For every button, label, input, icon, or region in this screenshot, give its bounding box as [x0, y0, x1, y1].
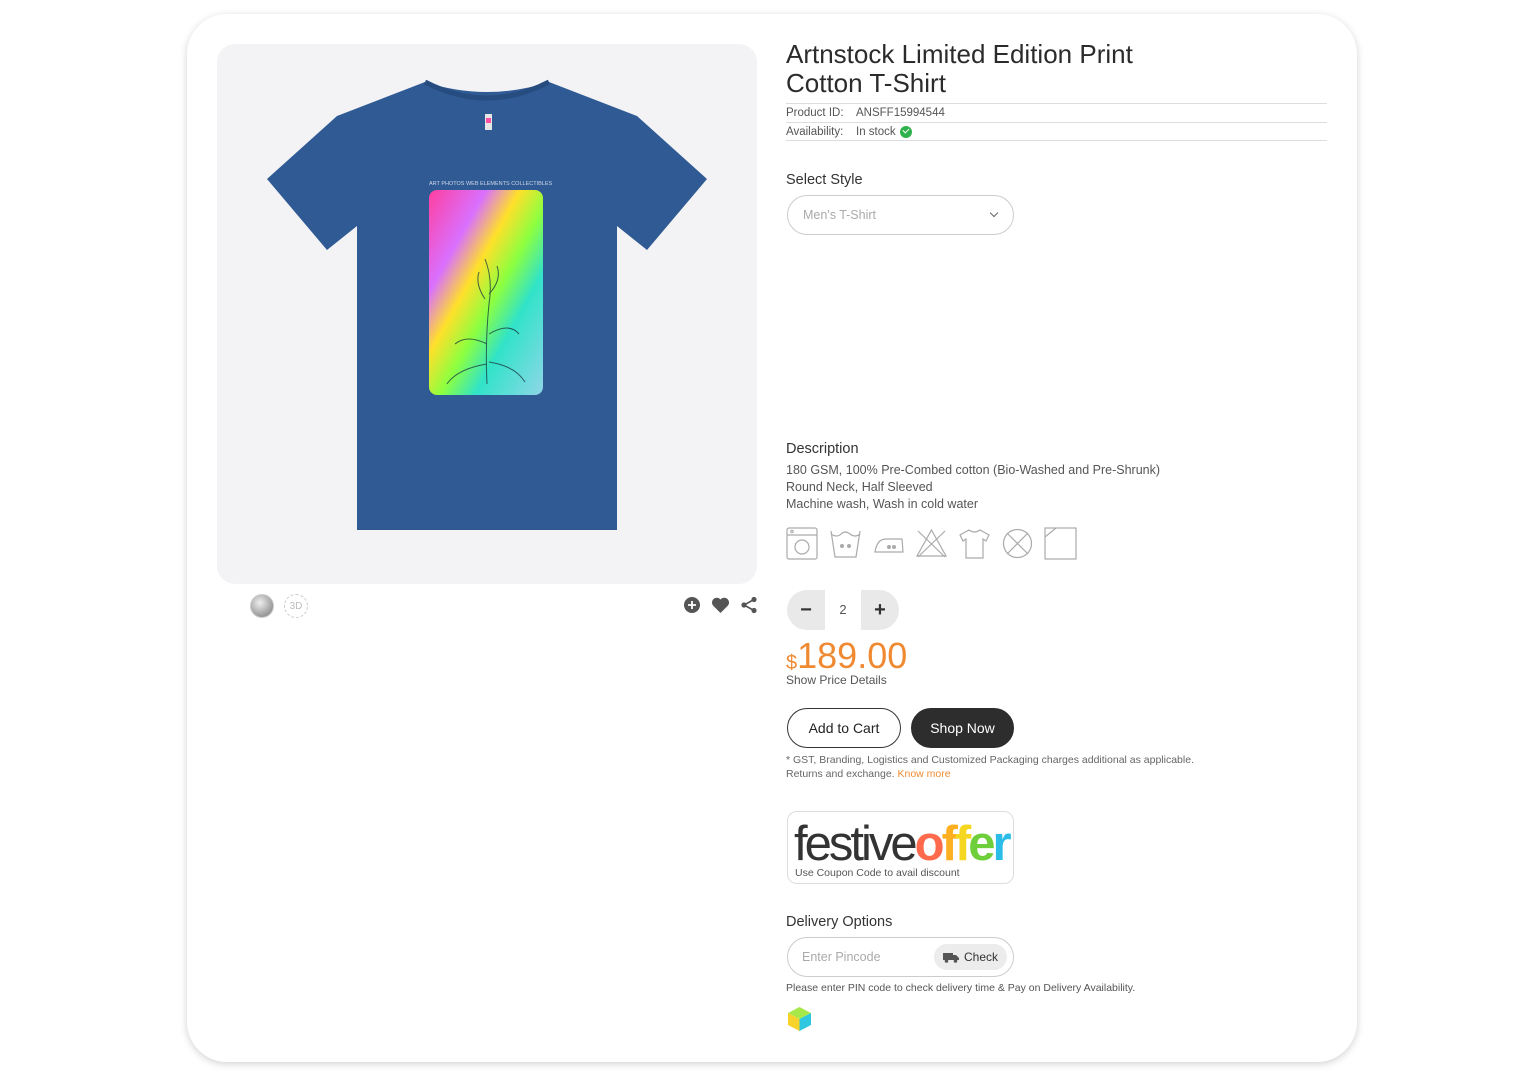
quantity-decrease-button[interactable]: − [787, 590, 825, 630]
charges-note-line-1: * GST, Branding, Logistics and Customize… [786, 754, 1194, 766]
title-line-2: Cotton T-Shirt [786, 68, 946, 98]
delivery-options-heading: Delivery Options [786, 914, 893, 930]
know-more-link[interactable]: Know more [898, 768, 951, 780]
product-title: Artnstock Limited Edition Print Cotton T… [786, 40, 1326, 98]
in-stock-check-icon [899, 125, 912, 138]
shirt-care-icon [958, 527, 991, 560]
product-meta: Product ID: ANSFF15994544 Availability: … [786, 103, 1327, 141]
product-id-label: Product ID: [786, 107, 844, 119]
product-image-panel[interactable]: ART PHOTOS WEB ELEMENTS COLLECTIBLES [217, 44, 757, 584]
quantity-stepper: − 2 + [787, 590, 899, 630]
check-pincode-button[interactable]: Check [934, 944, 1007, 970]
description-line-2: Round Neck, Half Sleeved [786, 480, 933, 494]
availability-label: Availability: [786, 125, 844, 138]
description-text: 180 GSM, 100% Pre-Combed cotton (Bio-Was… [786, 462, 1160, 513]
iron-icon [872, 527, 905, 560]
tshirt-image: ART PHOTOS WEB ELEMENTS COLLECTIBLES [267, 79, 707, 530]
description-line-3: Machine wash, Wash in cold water [786, 497, 978, 511]
truck-icon [942, 952, 959, 963]
care-icons [786, 527, 1077, 560]
add-to-cart-button[interactable]: Add to Cart [787, 708, 901, 748]
offer-subtext: Use Coupon Code to avail discount [795, 867, 960, 879]
price: $189.00 [786, 635, 907, 677]
festive-offer-logo: festiveoffer [794, 817, 1012, 871]
no-tumble-dry-icon [1001, 527, 1034, 560]
shop-now-button[interactable]: Shop Now [911, 708, 1014, 748]
share-icon[interactable] [740, 596, 758, 614]
price-amount: 189.00 [797, 635, 908, 676]
quantity-value[interactable]: 2 [825, 590, 861, 630]
charges-note-line-2: Returns and exchange. [786, 768, 895, 780]
charges-note: * GST, Branding, Logistics and Customize… [786, 753, 1194, 781]
availability-value: In stock [856, 125, 896, 138]
machine-wash-icon [786, 527, 819, 560]
cube-icon [787, 1006, 812, 1037]
style-dropdown[interactable]: Men's T-Shirt [787, 195, 1014, 235]
style-dropdown-value: Men's T-Shirt [803, 208, 877, 222]
description-line-1: 180 GSM, 100% Pre-Combed cotton (Bio-Was… [786, 463, 1161, 477]
zoom-in-icon[interactable] [683, 596, 701, 614]
title-line-1: Artnstock Limited Edition Print [786, 39, 1133, 69]
description-heading: Description [786, 441, 859, 457]
pincode-input[interactable] [802, 947, 932, 967]
check-label: Check [963, 950, 998, 964]
dry-flat-icon [1044, 527, 1077, 560]
chevron-down-icon [989, 208, 999, 218]
quantity-increase-button[interactable]: + [861, 590, 899, 630]
select-style-heading: Select Style [786, 172, 863, 188]
color-thumbnail[interactable] [250, 594, 274, 618]
view-3d-thumbnail[interactable]: 3D [284, 594, 308, 618]
print-caption: ART PHOTOS WEB ELEMENTS COLLECTIBLES [429, 181, 553, 187]
festive-offer-banner[interactable]: festiveoffer Use Coupon Code to avail di… [787, 811, 1014, 884]
show-price-details-link[interactable]: Show Price Details [786, 673, 887, 687]
price-currency: $ [786, 652, 798, 674]
product-id-value: ANSFF15994544 [856, 107, 945, 119]
pincode-field: Check [787, 937, 1014, 977]
pincode-note: Please enter PIN code to check delivery … [786, 982, 1136, 994]
cold-wash-icon [829, 527, 862, 560]
heart-icon[interactable] [711, 597, 730, 614]
no-bleach-icon [915, 527, 948, 560]
